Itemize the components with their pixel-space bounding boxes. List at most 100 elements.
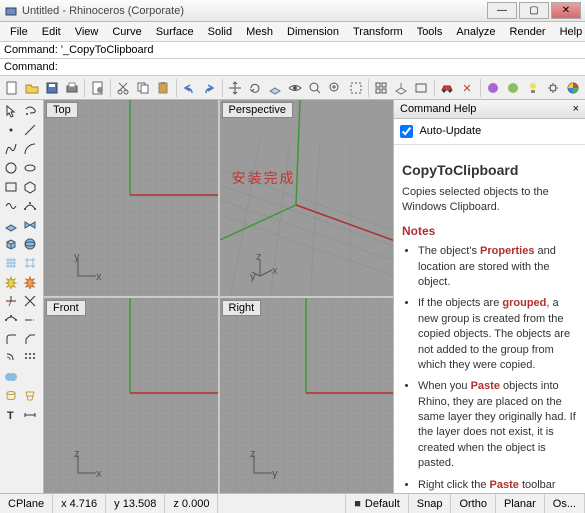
extend-tool[interactable]	[21, 311, 39, 329]
command-input[interactable]	[62, 61, 581, 73]
gear-icon[interactable]	[544, 78, 563, 98]
status-layer[interactable]: ■Default	[346, 494, 409, 513]
sphere-tool[interactable]	[21, 235, 39, 253]
cut-icon[interactable]	[114, 78, 133, 98]
lasso-tool[interactable]	[21, 102, 39, 120]
axes-icon: yz	[250, 451, 278, 479]
paste-icon[interactable]	[154, 78, 173, 98]
render-icon[interactable]	[504, 78, 523, 98]
new-icon[interactable]	[2, 78, 21, 98]
menu-edit[interactable]: Edit	[36, 24, 67, 40]
status-osnap[interactable]: Os...	[545, 494, 585, 513]
zoom-selected-icon[interactable]	[346, 78, 365, 98]
text-tool[interactable]: T	[2, 406, 20, 424]
redo-icon[interactable]	[200, 78, 219, 98]
surface-edge-tool[interactable]	[21, 216, 39, 234]
revolve-tool[interactable]	[2, 387, 20, 405]
split-tool[interactable]	[21, 292, 39, 310]
cplane2-icon[interactable]	[392, 78, 411, 98]
explode-tool[interactable]	[2, 273, 20, 291]
trim-tool[interactable]	[2, 292, 20, 310]
join-tool[interactable]	[21, 273, 39, 291]
print-icon[interactable]	[62, 78, 81, 98]
viewport-top[interactable]: Top xy	[44, 100, 218, 296]
view-icon[interactable]	[286, 78, 305, 98]
menu-analyze[interactable]: Analyze	[450, 24, 501, 40]
auto-update-checkbox[interactable]	[400, 125, 413, 138]
curve-tool[interactable]	[2, 140, 20, 158]
polygon-tool[interactable]	[21, 178, 39, 196]
save-icon[interactable]	[42, 78, 61, 98]
cplane-icon[interactable]	[266, 78, 285, 98]
rotate-icon[interactable]	[246, 78, 265, 98]
viewport-front[interactable]: Front xz	[44, 298, 218, 494]
menu-file[interactable]: File	[4, 24, 34, 40]
auto-update-checkbox-label[interactable]: Auto-Update	[400, 125, 481, 137]
viewport-top-label[interactable]: Top	[46, 102, 78, 118]
undo-icon[interactable]	[180, 78, 199, 98]
mesh-tool[interactable]	[2, 254, 20, 272]
rect-tool[interactable]	[2, 178, 20, 196]
menu-curve[interactable]: Curve	[106, 24, 147, 40]
light-icon[interactable]	[524, 78, 543, 98]
curve-edit-tool[interactable]	[21, 197, 39, 215]
status-planar[interactable]: Planar	[496, 494, 545, 513]
offset-tool[interactable]	[2, 349, 20, 367]
color-wheel-icon[interactable]	[564, 78, 583, 98]
menu-solid[interactable]: Solid	[202, 24, 238, 40]
shade-icon[interactable]	[484, 78, 503, 98]
menu-surface[interactable]: Surface	[150, 24, 200, 40]
minimize-button[interactable]: —	[487, 2, 517, 19]
arrow-tool[interactable]	[2, 102, 20, 120]
explode-icon[interactable]	[458, 78, 477, 98]
car-icon[interactable]	[438, 78, 457, 98]
arc-tool[interactable]	[21, 140, 39, 158]
viewport-perspective-label[interactable]: Perspective	[222, 102, 293, 118]
boolean-diff-tool[interactable]	[21, 368, 39, 386]
viewport-perspective[interactable]: Perspective 安装完成 zxy	[220, 100, 394, 296]
view4-icon[interactable]	[372, 78, 391, 98]
boolean-union-tool[interactable]	[2, 368, 20, 386]
fillet-tool[interactable]	[2, 330, 20, 348]
circle-tool[interactable]	[2, 159, 20, 177]
ellipse-tool[interactable]	[21, 159, 39, 177]
status-z: z 0.000	[165, 494, 218, 513]
window-title: Untitled - Rhinoceros (Corporate)	[22, 5, 487, 17]
box-tool[interactable]	[2, 235, 20, 253]
menu-tools[interactable]: Tools	[411, 24, 449, 40]
named-view-icon[interactable]	[412, 78, 431, 98]
menu-transform[interactable]: Transform	[347, 24, 409, 40]
main-toolbar	[0, 76, 585, 100]
viewport-front-label[interactable]: Front	[46, 300, 86, 316]
close-button[interactable]: ✕	[551, 2, 581, 19]
chamfer-tool[interactable]	[21, 330, 39, 348]
move-icon[interactable]	[226, 78, 245, 98]
menu-help[interactable]: Help	[554, 24, 585, 40]
status-ortho[interactable]: Ortho	[451, 494, 496, 513]
doc-props-icon[interactable]	[88, 78, 107, 98]
menu-view[interactable]: View	[69, 24, 105, 40]
status-cplane-label[interactable]: CPlane	[0, 494, 53, 513]
open-icon[interactable]	[22, 78, 41, 98]
menu-mesh[interactable]: Mesh	[240, 24, 279, 40]
surface-corner-tool[interactable]	[2, 216, 20, 234]
status-snap[interactable]: Snap	[409, 494, 452, 513]
point-tool[interactable]	[2, 121, 20, 139]
menu-dimension[interactable]: Dimension	[281, 24, 345, 40]
zoom-extents-icon[interactable]	[306, 78, 325, 98]
edit-mesh-tool[interactable]	[21, 254, 39, 272]
line-tool[interactable]	[21, 121, 39, 139]
loft-tool[interactable]	[21, 387, 39, 405]
points-on-tool[interactable]	[2, 311, 20, 329]
copy-icon[interactable]	[134, 78, 153, 98]
maximize-button[interactable]: ▢	[519, 2, 549, 19]
viewport-right[interactable]: Right yz	[220, 298, 394, 494]
help-panel-close-icon[interactable]: ×	[573, 103, 579, 115]
zoom-window-icon[interactable]	[326, 78, 345, 98]
array-tool[interactable]	[21, 349, 39, 367]
dim-tool[interactable]	[21, 406, 39, 424]
help-note: Right click the Paste toolbar button to …	[418, 478, 577, 493]
viewport-right-label[interactable]: Right	[222, 300, 262, 316]
interp-curve-tool[interactable]	[2, 197, 20, 215]
menu-render[interactable]: Render	[504, 24, 552, 40]
